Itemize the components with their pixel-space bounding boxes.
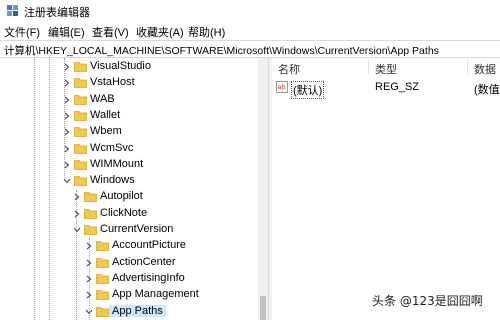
column-header-type-label: 类型 xyxy=(375,64,397,76)
address-bar[interactable]: 计算机\HKEY_LOCAL_MACHINE\SOFTWARE\Microsof… xyxy=(0,40,500,58)
tree-item-label: Windows xyxy=(90,174,135,187)
chevron-right-icon[interactable] xyxy=(62,144,72,154)
tree-item-label: AdvertisingInfo xyxy=(112,271,185,284)
folder-icon xyxy=(74,159,87,170)
chevron-right-icon[interactable] xyxy=(84,258,94,268)
folder-icon xyxy=(74,62,87,72)
tree-item[interactable]: Windows xyxy=(0,172,258,190)
folder-icon xyxy=(96,241,109,252)
tree-item[interactable]: App Paths xyxy=(0,303,258,320)
tree-item-label: AccountPicture xyxy=(112,239,186,252)
tree-item[interactable]: WIMMount xyxy=(0,156,258,174)
tree-scrollbar[interactable] xyxy=(258,58,268,320)
menu-bar: 文件(F) 编辑(E) 查看(V) 收藏夹(A) 帮助(H) xyxy=(0,22,500,40)
chevron-down-icon[interactable] xyxy=(72,225,82,235)
tree-item-label: WIMMount xyxy=(90,157,144,170)
tree-item[interactable]: AccountPicture xyxy=(0,237,258,255)
column-header-data[interactable]: 数据 xyxy=(468,58,500,76)
column-header-name-label: 名称 xyxy=(278,64,300,76)
tree-item[interactable]: WcmSvc xyxy=(0,140,258,158)
menu-help[interactable]: 帮助(H) xyxy=(188,24,225,40)
watermark: 头条 @123是囧囧啊 xyxy=(372,294,483,308)
folder-icon xyxy=(74,78,87,89)
tree-item-label: WcmSvc xyxy=(90,141,134,154)
value-data: (数值未 xyxy=(474,84,500,96)
chevron-right-icon[interactable] xyxy=(72,192,82,202)
chevron-right-icon[interactable] xyxy=(72,209,82,219)
tree-item[interactable]: WAB xyxy=(0,91,258,109)
chevron-right-icon[interactable] xyxy=(62,95,72,105)
column-header-name[interactable]: 名称 xyxy=(272,58,368,76)
folder-icon xyxy=(84,208,97,219)
menu-view[interactable]: 查看(V) xyxy=(92,24,129,40)
folder-icon xyxy=(74,176,87,186)
tree-item-label: App Management xyxy=(112,288,199,301)
chevron-down-icon[interactable] xyxy=(62,176,72,186)
column-header-data-label: 数据 xyxy=(474,64,496,76)
folder-icon xyxy=(74,127,87,138)
registry-editor-icon xyxy=(7,5,18,16)
tree-item-label: ActionCenter xyxy=(112,255,176,268)
tree-item-label: WAB xyxy=(90,92,115,105)
chevron-right-icon[interactable] xyxy=(84,290,94,300)
tree-item[interactable]: VisualStudio xyxy=(0,58,258,76)
menu-file[interactable]: 文件(F) xyxy=(4,24,40,40)
svg-text:ab: ab xyxy=(278,83,286,91)
value-row[interactable]: ab (默认) REG_SZ (数值未 xyxy=(272,78,500,99)
window-title: 注册表编辑器 xyxy=(24,7,90,19)
tree-item[interactable]: AdvertisingInfo xyxy=(0,270,258,288)
tree-item-label: App Paths xyxy=(109,304,166,317)
menu-favorites[interactable]: 收藏夹(A) xyxy=(136,24,184,40)
chevron-right-icon[interactable] xyxy=(84,241,94,251)
column-header-type[interactable]: 类型 xyxy=(369,58,467,76)
folder-icon xyxy=(96,257,109,268)
chevron-right-icon[interactable] xyxy=(62,62,72,72)
tree-item-label: ClickNote xyxy=(100,206,148,219)
value-name[interactable]: (默认) xyxy=(291,81,325,99)
tree-item[interactable]: CurrentVersion xyxy=(0,221,258,239)
tree-item-label: Wallet xyxy=(90,108,121,121)
menu-edit[interactable]: 编辑(E) xyxy=(48,24,85,40)
folder-icon xyxy=(84,192,97,203)
tree-item[interactable]: Autopilot xyxy=(0,188,258,206)
chevron-right-icon[interactable] xyxy=(62,127,72,137)
tree-item-label: Autopilot xyxy=(100,190,143,203)
tree-item[interactable]: Wallet xyxy=(0,107,258,125)
folder-icon xyxy=(84,225,97,235)
folder-icon xyxy=(74,94,87,105)
chevron-right-icon[interactable] xyxy=(62,78,72,88)
registry-tree: VisualStudio VstaHost WAB Wallet Wbem WcmSvc W… xyxy=(0,58,268,320)
tree-item-label: VstaHost xyxy=(90,76,135,89)
chevron-right-icon[interactable] xyxy=(62,160,72,170)
tree-item[interactable]: App Management xyxy=(0,286,258,304)
string-value-icon: ab xyxy=(276,81,288,93)
tree-item[interactable]: Wbem xyxy=(0,123,258,141)
value-type: REG_SZ xyxy=(375,81,420,93)
folder-icon xyxy=(96,290,109,301)
tree-item[interactable]: VstaHost xyxy=(0,74,258,92)
address-path[interactable]: 计算机\HKEY_LOCAL_MACHINE\SOFTWARE\Microsof… xyxy=(4,43,439,58)
title-bar: 注册表编辑器 xyxy=(0,0,500,22)
chevron-down-icon[interactable] xyxy=(84,307,94,317)
folder-icon xyxy=(74,143,87,154)
tree-item[interactable]: ClickNote xyxy=(0,205,258,223)
scrollbar-thumb[interactable] xyxy=(260,296,266,320)
chevron-right-icon[interactable] xyxy=(84,274,94,284)
tree-item-label: CurrentVersion xyxy=(100,223,174,235)
folder-icon xyxy=(74,110,87,121)
values-list: 名称 类型 数据 ab (默认) REG_SZ (数值未 xyxy=(272,58,500,320)
tree-item-label: Wbem xyxy=(90,125,122,138)
tree-item[interactable]: ActionCenter xyxy=(0,254,258,272)
tree-item-label: VisualStudio xyxy=(90,60,151,72)
chevron-right-icon[interactable] xyxy=(62,111,72,121)
folder-icon xyxy=(96,273,109,284)
folder-icon xyxy=(96,306,109,317)
